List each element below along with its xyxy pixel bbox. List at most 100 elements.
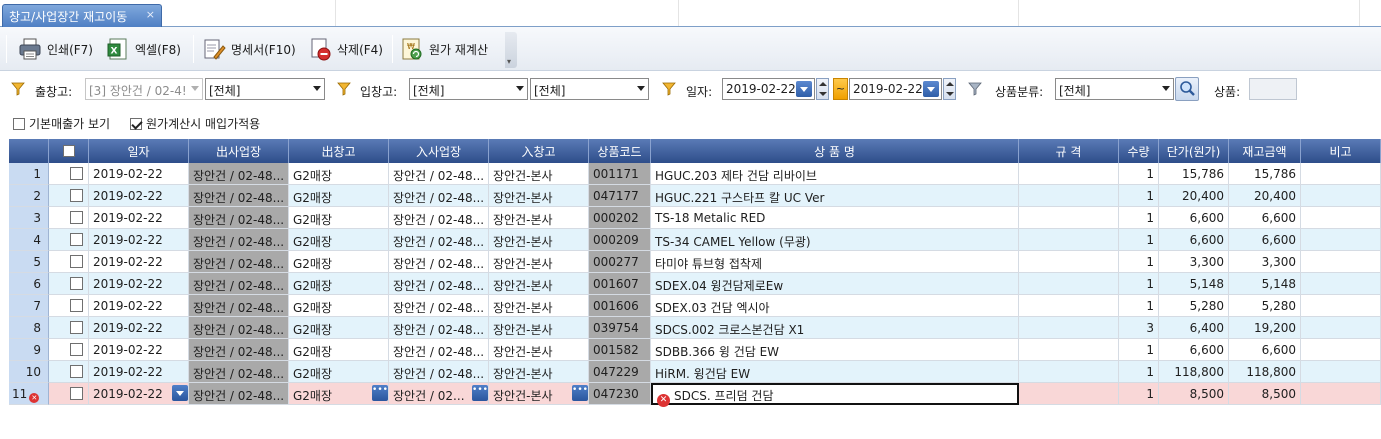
qty-cell[interactable]: 1 [1119,229,1159,251]
in-warehouse-cell[interactable]: 장안건-본사 [489,339,589,361]
qty-cell[interactable]: 1 [1119,273,1159,295]
spec-cell[interactable] [1019,339,1119,361]
note-cell[interactable] [1301,295,1381,317]
checkbox[interactable] [70,321,83,334]
spec-cell[interactable] [1019,317,1119,339]
in-site-cell[interactable]: 장안건 / 02-48... [389,185,489,207]
close-icon[interactable]: × [146,8,155,21]
header-amount[interactable]: 재고금액 [1229,139,1301,163]
out-warehouse-cell[interactable]: G2매장 [289,251,389,273]
amount-cell[interactable]: 6,600 [1229,229,1301,251]
row-checkbox[interactable] [49,317,89,339]
date-from-input[interactable]: 2019-02-22 [722,78,815,100]
product-code-cell[interactable]: 001606 [589,295,651,317]
table-row[interactable]: 6 2019-02-22 장안건 / 02-48... G2매장 장안건 / 02-48… [9,273,1381,295]
spec-cell[interactable] [1019,251,1119,273]
date-cell[interactable]: 2019-02-22 [89,229,189,251]
unit-price-cell[interactable]: 118,800 [1159,361,1229,383]
qty-cell[interactable]: 1 [1119,361,1159,383]
table-row[interactable]: 4 2019-02-22 장안건 / 02-48... G2매장 장안건 / 02-48… [9,229,1381,251]
header-product-name[interactable]: 상 품 명 [651,139,1019,163]
category-select[interactable]: [전체] [1055,78,1174,100]
date-cell[interactable]: 2019-02-22 [89,251,189,273]
in-warehouse-cell[interactable]: 장안건-본사 [489,251,589,273]
product-code-cell[interactable]: 039754 [589,317,651,339]
product-name-cell[interactable]: TS-34 CAMEL Yellow (무광) [651,229,1019,251]
in-warehouse-cell[interactable]: 장안건-본사 [489,273,589,295]
out-site-cell[interactable]: 장안건 / 02-48... [189,185,289,207]
in-warehouse-select[interactable]: [전체] [530,78,649,100]
checkbox[interactable] [70,299,83,312]
out-warehouse-cell[interactable]: G2매장 [289,273,389,295]
spec-cell[interactable] [1019,295,1119,317]
search-button[interactable] [1175,77,1199,101]
header-select[interactable] [49,139,89,163]
amount-cell[interactable]: 20,400 [1229,185,1301,207]
note-cell[interactable] [1301,317,1381,339]
product-name-cell[interactable]: HiRM. 윙건담 EW [651,361,1019,383]
note-cell[interactable] [1301,163,1381,185]
header-in-site[interactable]: 入사업장 [389,139,489,163]
product-code-cell[interactable]: 047230 [589,383,651,405]
date-cell[interactable]: 2019-02-22 [89,273,189,295]
spec-cell[interactable] [1019,185,1119,207]
date-cell[interactable]: 2019-02-22 [89,317,189,339]
row-checkbox[interactable] [49,361,89,383]
out-warehouse-select[interactable]: [전체] [205,78,325,100]
in-warehouse-cell[interactable]: 장안건-본사 [489,229,589,251]
table-row[interactable]: 1 2019-02-22 장안건 / 02-48... G2매장 장안건 / 02-48… [9,163,1381,185]
note-cell[interactable] [1301,251,1381,273]
in-warehouse-lookup-button[interactable]: ••• [572,385,588,401]
header-unit-price[interactable]: 단가(원가) [1159,139,1229,163]
in-warehouse-cell[interactable]: 장안건-본사 [489,317,589,339]
spec-cell[interactable] [1019,383,1119,405]
out-site-cell[interactable]: 장안건 / 02-48... [189,163,289,185]
statement-button[interactable]: 명세서(F10) [202,34,296,64]
table-row[interactable]: 7 2019-02-22 장안건 / 02-48... G2매장 장안건 / 02-48… [9,295,1381,317]
checkbox[interactable] [70,233,83,246]
out-warehouse-cell[interactable]: G2매장 [289,339,389,361]
out-site-cell[interactable]: 장안건 / 02-48... [189,251,289,273]
excel-button[interactable]: X 엑셀(F8) [106,34,181,64]
qty-cell[interactable]: 1 [1119,163,1159,185]
in-warehouse-cell[interactable]: 장안건-본사 [489,207,589,229]
date-cell[interactable]: 2019-02-22 [89,339,189,361]
header-date[interactable]: 일자 [89,139,189,163]
spec-cell[interactable] [1019,273,1119,295]
delete-button[interactable]: 삭제(F4) [308,34,383,64]
row-checkbox[interactable] [49,163,89,185]
checkbox[interactable] [70,189,83,202]
amount-cell[interactable]: 5,280 [1229,295,1301,317]
in-site-cell[interactable]: 장안건 / 02-48... [389,361,489,383]
qty-cell[interactable]: 1 [1119,295,1159,317]
checkbox[interactable] [70,167,83,180]
qty-cell[interactable]: 1 [1119,383,1159,405]
qty-cell[interactable]: 1 [1119,251,1159,273]
product-name-cell[interactable]: HGUC.203 제타 건담 리바이브 [651,163,1019,185]
table-row[interactable]: 5 2019-02-22 장안건 / 02-48... G2매장 장안건 / 02-48… [9,251,1381,273]
qty-cell[interactable]: 1 [1119,339,1159,361]
out-site-cell[interactable]: 장안건 / 02-48... [189,207,289,229]
in-warehouse-cell[interactable]: 장안건-본사 [489,361,589,383]
checkbox[interactable] [130,117,142,130]
note-cell[interactable] [1301,273,1381,295]
out-site-cell[interactable]: 장안건 / 02-48... [189,229,289,251]
table-row[interactable]: 3 2019-02-22 장안건 / 02-48... G2매장 장안건 / 02-48… [9,207,1381,229]
toolbar-overflow-button[interactable]: ▾ [505,32,517,68]
table-row[interactable]: 8 2019-02-22 장안건 / 02-48... G2매장 장안건 / 02-48… [9,317,1381,339]
product-name-cell[interactable]: TS-18 Metalic RED [651,207,1019,229]
unit-price-cell[interactable]: 6,600 [1159,207,1229,229]
out-site-cell[interactable]: 장안건 / 02-48... [189,339,289,361]
out-warehouse-cell[interactable]: G2매장 [289,229,389,251]
amount-cell[interactable]: 15,786 [1229,163,1301,185]
unit-price-cell[interactable]: 8,500 [1159,383,1229,405]
calendar-dropdown-button[interactable] [796,81,812,97]
note-cell[interactable] [1301,339,1381,361]
show-base-sales-checkbox[interactable]: 기본매출가 보기 [13,115,110,132]
in-warehouse-cell[interactable]: 장안건-본사 [489,163,589,185]
checkbox[interactable] [70,343,83,356]
in-site-cell[interactable]: 장안건 / 02-48... [389,251,489,273]
unit-price-cell[interactable]: 5,148 [1159,273,1229,295]
unit-price-cell[interactable]: 20,400 [1159,185,1229,207]
out-warehouse-cell[interactable]: G2매장 [289,295,389,317]
